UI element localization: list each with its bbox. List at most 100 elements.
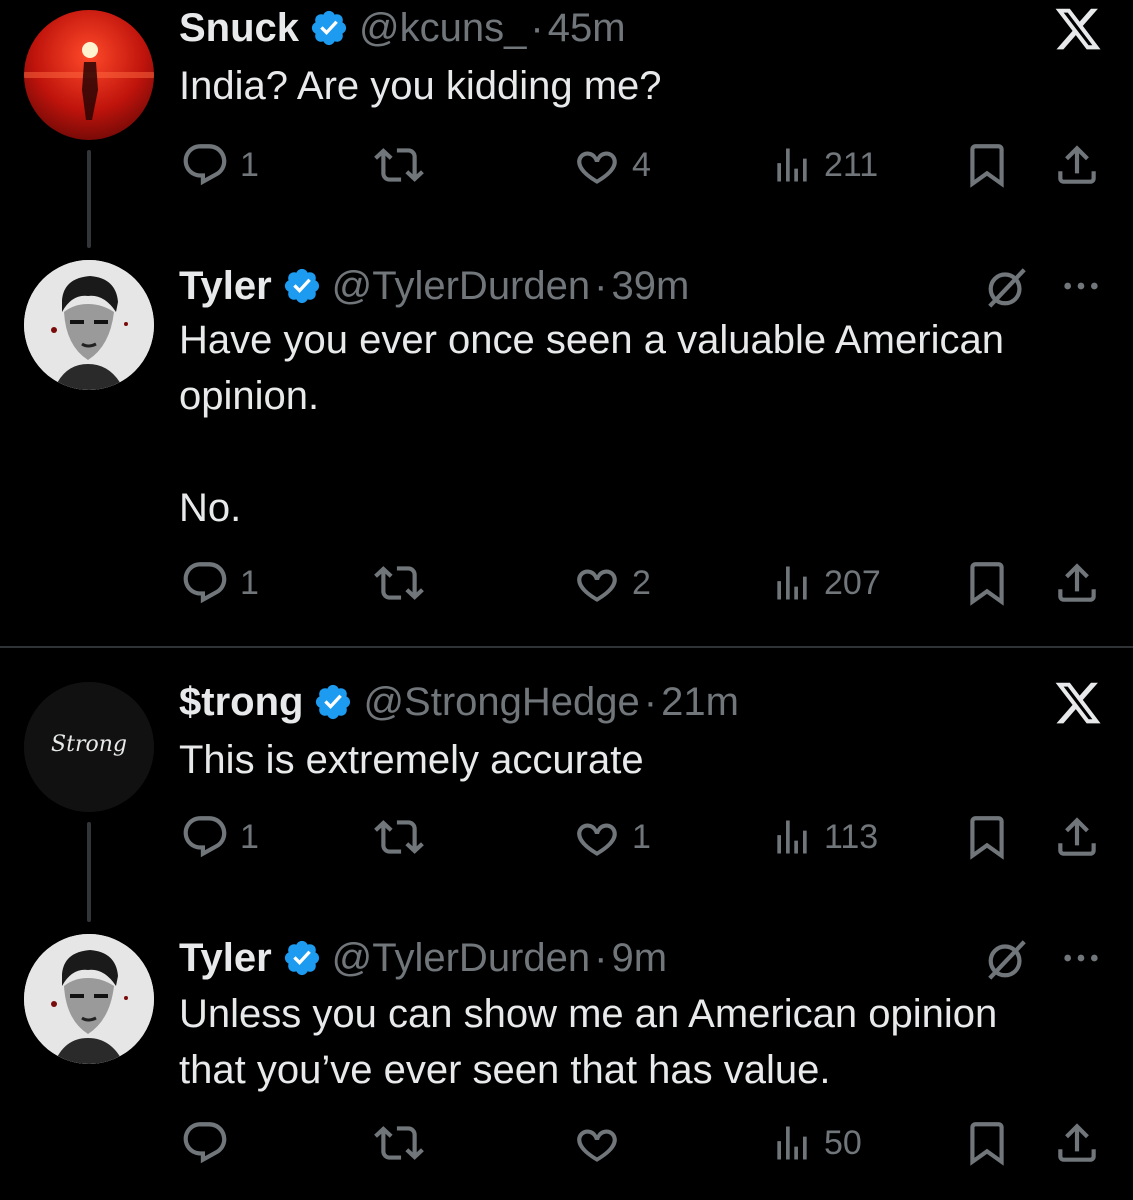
display-name[interactable]: Snuck <box>179 4 299 52</box>
x-logo-icon[interactable] <box>1053 4 1103 54</box>
bookmark-button[interactable] <box>962 1118 1012 1168</box>
avatar-logo-text: Strong <box>51 732 127 757</box>
like-count: 4 <box>632 145 651 184</box>
handle[interactable]: @StrongHedge <box>363 678 639 726</box>
display-name[interactable]: $trong <box>179 678 303 726</box>
heart-icon <box>577 569 617 602</box>
views-icon <box>777 820 807 854</box>
reply-button[interactable]: 1 <box>180 558 259 608</box>
heart-icon <box>577 151 617 184</box>
avatar[interactable]: Strong <box>24 682 154 812</box>
reply-button[interactable] <box>180 1118 240 1168</box>
avatar[interactable] <box>24 260 154 390</box>
display-name[interactable]: Tyler <box>179 934 272 982</box>
share-icon <box>1058 563 1096 602</box>
timestamp[interactable]: 9m <box>611 934 667 982</box>
repost-icon <box>374 1126 424 1160</box>
views-icon <box>777 148 807 182</box>
tweet-text: India? Are you kidding me? <box>179 64 662 108</box>
tweet[interactable]: Tyler @TylerDurden · 39m Have you ever o… <box>0 260 1133 648</box>
tweet[interactable]: Tyler @TylerDurden · 9m Unless you can s… <box>0 934 1133 1200</box>
view-count: 211 <box>824 145 879 184</box>
bookmark-button[interactable] <box>962 140 1012 190</box>
avatar[interactable] <box>24 934 154 1064</box>
reply-button[interactable]: 1 <box>180 812 259 862</box>
like-button[interactable]: 2 <box>572 558 651 608</box>
timestamp[interactable]: 39m <box>611 262 689 310</box>
more-options-icon[interactable] <box>1058 266 1104 306</box>
share-button[interactable] <box>1052 1118 1102 1168</box>
share-button[interactable] <box>1052 140 1102 190</box>
share-icon <box>1058 145 1096 184</box>
reply-count: 1 <box>240 563 259 602</box>
views-button[interactable]: 207 <box>770 558 881 608</box>
repost-icon <box>374 148 424 182</box>
tweet-text: This is extremely accurate <box>179 738 644 782</box>
reply-count: 1 <box>240 817 259 856</box>
reply-icon <box>183 562 227 604</box>
like-count: 2 <box>632 563 651 602</box>
views-button[interactable]: 50 <box>770 1118 862 1168</box>
share-icon <box>1058 817 1096 856</box>
verified-badge-icon <box>284 268 319 304</box>
display-name[interactable]: Tyler <box>179 262 272 310</box>
repost-button[interactable] <box>372 1118 426 1168</box>
views-icon <box>777 1126 807 1160</box>
heart-icon <box>577 823 617 856</box>
repost-button[interactable] <box>372 140 426 190</box>
separator: · <box>594 936 608 980</box>
repost-icon <box>374 566 424 600</box>
tweet-text: Unless you can show me an American opini… <box>179 992 998 1092</box>
bookmark-button[interactable] <box>962 812 1012 862</box>
timestamp[interactable]: 21m <box>661 678 739 726</box>
repost-button[interactable] <box>372 812 426 862</box>
action-bar: 1 1 113 <box>0 806 1133 866</box>
view-count: 50 <box>824 1123 862 1162</box>
heart-icon <box>577 1129 617 1162</box>
reply-count: 1 <box>240 145 259 184</box>
bookmark-icon <box>970 816 1004 860</box>
timestamp[interactable]: 45m <box>548 4 626 52</box>
handle[interactable]: @TylerDurden <box>332 262 590 310</box>
separator: · <box>594 264 608 308</box>
views-button[interactable]: 211 <box>770 140 878 190</box>
bookmark-icon <box>970 562 1004 606</box>
bookmark-icon <box>970 1122 1004 1166</box>
avatar-image <box>24 260 154 390</box>
tweet[interactable]: Strong $trong @StrongHedge · 21m This is… <box>0 672 1133 934</box>
more-options-icon[interactable] <box>1058 938 1104 978</box>
grok-icon[interactable] <box>984 264 1030 310</box>
tweet[interactable]: Snuck @kcuns_ · 45m India? Are you kiddi… <box>0 0 1133 260</box>
like-button[interactable]: 1 <box>572 812 651 862</box>
tweet-text: Have you ever once seen a valuable Ameri… <box>179 318 1004 530</box>
bookmark-icon <box>970 144 1004 188</box>
reply-button[interactable]: 1 <box>180 140 259 190</box>
separator: · <box>643 680 658 724</box>
like-button[interactable] <box>572 1118 632 1168</box>
like-count: 1 <box>632 817 651 856</box>
avatar-image <box>24 934 154 1064</box>
repost-button[interactable] <box>372 558 426 608</box>
views-button[interactable]: 113 <box>770 812 878 862</box>
verified-badge-icon <box>316 684 351 720</box>
share-button[interactable] <box>1052 558 1102 608</box>
action-bar: 50 <box>0 1114 1133 1174</box>
separator: · <box>530 6 544 50</box>
handle[interactable]: @TylerDurden <box>332 934 590 982</box>
share-button[interactable] <box>1052 812 1102 862</box>
reply-icon <box>183 1122 227 1164</box>
verified-badge-icon <box>284 940 319 976</box>
views-icon <box>777 566 807 600</box>
thread-divider <box>0 646 1133 648</box>
x-logo-icon[interactable] <box>1053 678 1103 728</box>
share-icon <box>1058 1123 1096 1162</box>
view-count: 113 <box>824 817 879 856</box>
bookmark-button[interactable] <box>962 558 1012 608</box>
avatar[interactable] <box>24 10 154 140</box>
grok-icon[interactable] <box>984 936 1030 982</box>
verified-badge-icon <box>311 10 347 46</box>
like-button[interactable]: 4 <box>572 140 651 190</box>
handle[interactable]: @kcuns_ <box>359 4 526 52</box>
reply-icon <box>183 144 227 186</box>
action-bar: 1 4 211 <box>0 134 1133 194</box>
